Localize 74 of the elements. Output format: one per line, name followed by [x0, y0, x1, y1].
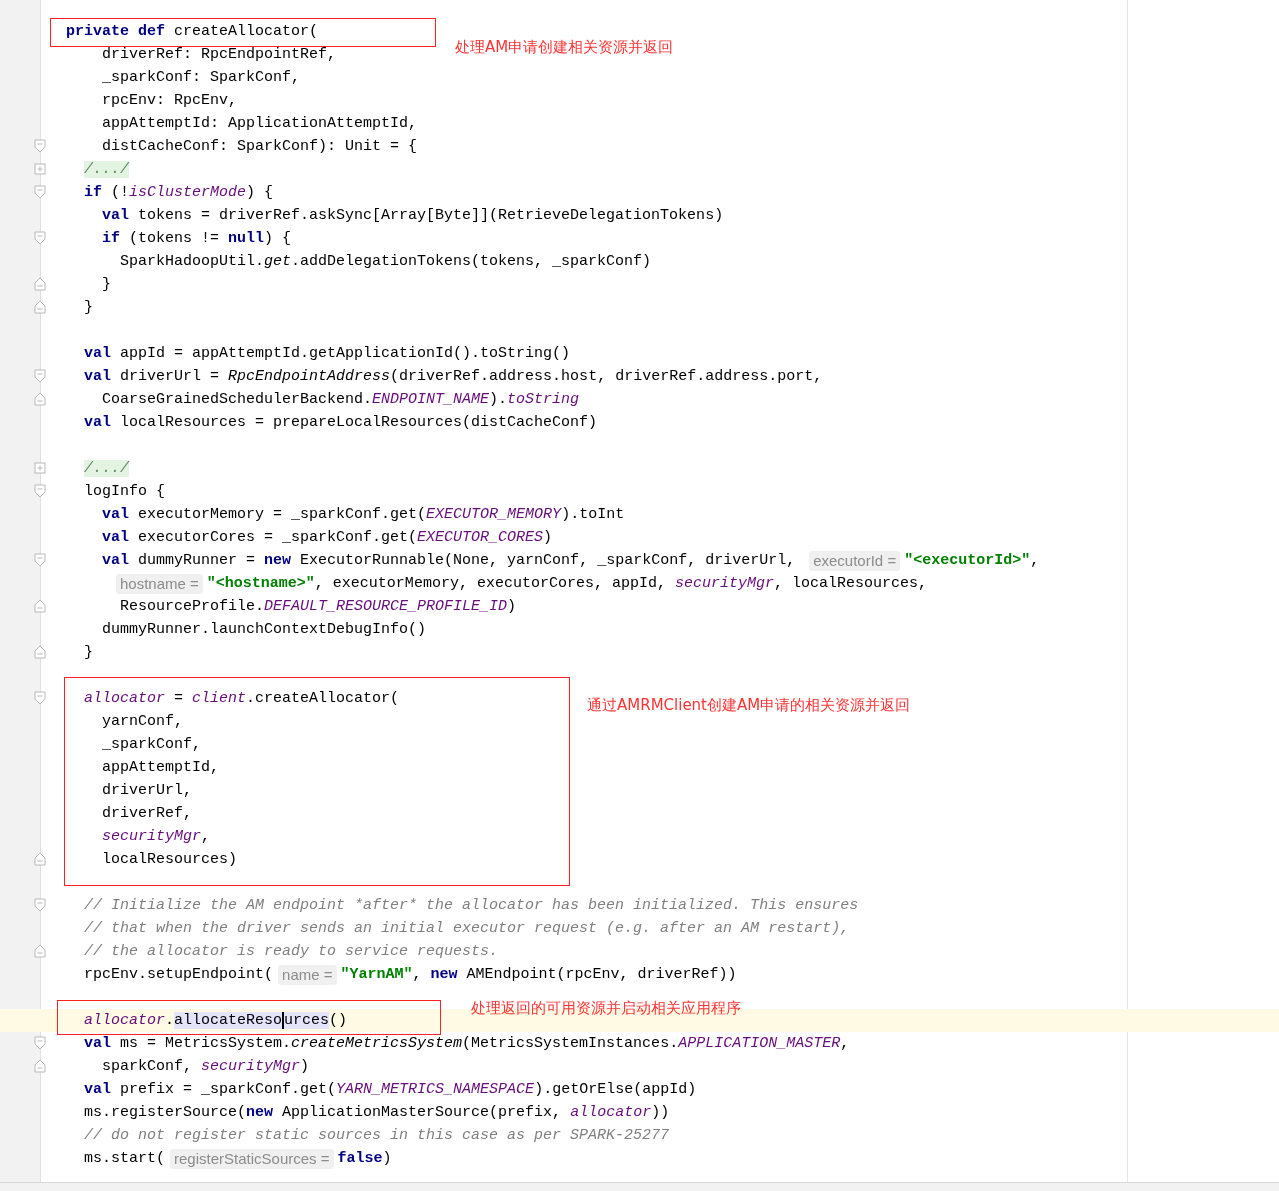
fold-icon[interactable]	[34, 139, 46, 153]
code-line: rpcEnv: RpcEnv,	[102, 92, 238, 109]
code-line: dummyRunner.launchContextDebugInfo()	[102, 621, 427, 638]
code-line: appAttemptId: ApplicationAttemptId,	[102, 115, 418, 132]
code-line: yarnConf,	[102, 713, 184, 730]
code-line: val prefix = _sparkConf.get(YARN_METRICS_NAMESPACE).getOrElse(appId)	[84, 1081, 697, 1098]
code-line: false)	[337, 1150, 392, 1167]
fold-icon[interactable]	[34, 484, 46, 498]
code-line: securityMgr,	[102, 828, 211, 845]
code-line: appAttemptId,	[102, 759, 220, 776]
fold-icon[interactable]	[34, 691, 46, 705]
code-line: val ms = MetricsSystem.createMetricsSystem(MetricsSystemInstances.APPLICATION_MASTER,	[84, 1035, 850, 1052]
inlay-hint: registerStaticSources =	[170, 1148, 334, 1169]
code-line: "YarnAM", new AMEndpoint(rpcEnv, driverRef))	[340, 966, 737, 983]
fold-end-icon[interactable]	[34, 1059, 46, 1073]
code-line: logInfo {	[84, 483, 166, 500]
annotation-note: 通过AMRMClient创建AM申请的相关资源并返回	[587, 695, 911, 715]
expand-icon[interactable]	[34, 461, 46, 475]
code-comment: // do not register static sources in this case as per SPARK-25277	[84, 1127, 670, 1144]
fold-end-icon[interactable]	[34, 645, 46, 659]
code-comment: // the allocator is ready to service requests.	[84, 943, 499, 960]
code-line: val localResources = prepareLocalResources(distCacheConf)	[84, 414, 598, 431]
inlay-hint: hostname =	[116, 573, 203, 594]
folded-code[interactable]: /.../	[84, 161, 130, 178]
code-line: distCacheConf: SparkConf): Unit = {	[102, 138, 418, 155]
fold-icon[interactable]	[34, 898, 46, 912]
code-line: ResourceProfile.DEFAULT_RESOURCE_PROFILE_ID)	[120, 598, 517, 615]
code-line: driverUrl,	[102, 782, 193, 799]
code-line: CoarseGrainedSchedulerBackend.ENDPOINT_NAME).toString	[102, 391, 580, 408]
fold-end-icon[interactable]	[34, 944, 46, 958]
code-line: _sparkConf: SparkConf,	[102, 69, 301, 86]
fold-end-icon[interactable]	[34, 599, 46, 613]
code-line: val executorCores = _sparkConf.get(EXECUTOR_CORES)	[102, 529, 553, 546]
code-line: val driverUrl = RpcEndpointAddress(driverRef.address.host, driverRef.address.port,	[84, 368, 823, 385]
code-line: driverRef: RpcEndpointRef,	[102, 46, 337, 63]
code-line: private def createAllocator(	[66, 23, 319, 40]
annotation-note: 处理返回的可用资源并启动相关应用程序	[471, 998, 741, 1018]
code-line: localResources)	[102, 851, 238, 868]
annotation-note: 处理AM申请创建相关资源并返回	[455, 37, 674, 57]
code-line: if (tokens != null) {	[102, 230, 292, 247]
code-line: }	[102, 276, 112, 293]
inlay-hint: name =	[278, 964, 337, 985]
code-line: _sparkConf,	[102, 736, 202, 753]
folded-code[interactable]: /.../	[84, 460, 130, 477]
inlay-hint: executorId =	[809, 550, 901, 571]
code-line: val tokens = driverRef.askSync[Array[Byte]](RetrieveDelegationTokens)	[102, 207, 724, 224]
code-line: sparkConf, securityMgr)	[102, 1058, 310, 1075]
code-line: val dummyRunner = new ExecutorRunnable(None, yarnConf, _sparkConf, driverUrl,	[102, 552, 797, 569]
fold-end-icon[interactable]	[34, 852, 46, 866]
code-line: allocator = client.createAllocator(	[84, 690, 400, 707]
code-line: "<hostname>", executorMemory, executorCores, appId, securityMgr, localResources,	[206, 575, 927, 592]
code-line: val executorMemory = _sparkConf.get(EXECUTOR_MEMORY).toInt	[102, 506, 625, 523]
code-line: allocator.allocateReso urces()	[84, 1012, 348, 1029]
fold-icon[interactable]	[34, 185, 46, 199]
fold-icon[interactable]	[34, 369, 46, 383]
code-line: "<executorId>",	[904, 552, 1040, 569]
code-line: SparkHadoopUtil.get.addDelegationTokens(tokens, _sparkConf)	[120, 253, 652, 270]
fold-icon[interactable]	[34, 1036, 46, 1050]
fold-icon[interactable]	[34, 553, 46, 567]
code-line: rpcEnv.setupEndpoint(	[84, 966, 274, 983]
code-line: ms.registerSource(new ApplicationMasterSource(prefix, allocator))	[84, 1104, 670, 1121]
code-line: driverRef,	[102, 805, 193, 822]
fold-end-icon[interactable]	[34, 300, 46, 314]
fold-icon[interactable]	[34, 231, 46, 245]
expand-icon[interactable]	[34, 162, 46, 176]
code-line: ms.start(	[84, 1150, 166, 1167]
code-line: }	[84, 644, 94, 661]
code-comment: // Initialize the AM endpoint *after* the allocator has been initialized. This ensures	[84, 897, 859, 914]
code-comment: // that when the driver sends an initial executor request (e.g. after an AM restart),	[84, 920, 850, 937]
code-line: if (!isClusterMode) {	[84, 184, 274, 201]
fold-end-icon[interactable]	[34, 277, 46, 291]
code-line: }	[84, 299, 94, 316]
fold-end-icon[interactable]	[34, 392, 46, 406]
code-line: val appId = appAttemptId.getApplicationId().toString()	[84, 345, 571, 362]
